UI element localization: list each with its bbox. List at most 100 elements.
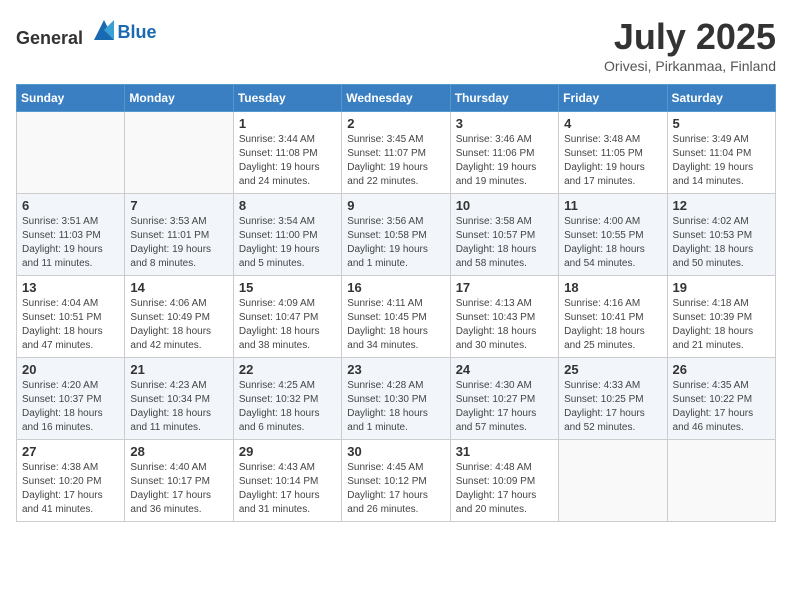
table-row: 23Sunrise: 4:28 AM Sunset: 10:30 PM Dayl… xyxy=(342,358,450,440)
calendar-week-3: 13 Sunrise: 4:04 AM Sunset: 10:51 PM Dayl… xyxy=(17,276,776,358)
table-row: 10 Sunrise: 3:58 AM Sunset: 10:57 PM Dayl… xyxy=(450,194,558,276)
table-row xyxy=(559,440,667,522)
table-row: 1 Sunrise: 3:44 AM Sunset: 11:08 PM Dayli… xyxy=(233,112,341,194)
table-row: 24 Sunrise: 4:30 AM Sunset: 10:27 PM Dayl… xyxy=(450,358,558,440)
day-info: Sunrise: 4:33 AM Sunset: 10:25 PM Daylig… xyxy=(564,379,661,435)
day-number: 31 xyxy=(456,444,553,459)
day-info: Sunrise: 4:18 AM Sunset: 10:39 PM Daylig… xyxy=(673,297,770,353)
day-number: 10 xyxy=(456,198,553,213)
day-number: 4 xyxy=(564,116,661,131)
day-info: Sunrise: 3:45 AM Sunset: 11:07 PM Daylig… xyxy=(347,133,444,189)
calendar-week-2: 6 Sunrise: 3:51 AM Sunset: 11:03 PM Dayli… xyxy=(17,194,776,276)
table-row: 11Sunrise: 4:00 AM Sunset: 10:55 PM Dayl… xyxy=(559,194,667,276)
calendar-week-4: 20 Sunrise: 4:20 AM Sunset: 10:37 PM Dayl… xyxy=(17,358,776,440)
day-number: 18 xyxy=(564,280,661,295)
day-info: Sunrise: 4:06 AM Sunset: 10:49 PM Daylig… xyxy=(130,297,227,353)
day-number: 2 xyxy=(347,116,444,131)
day-info: Sunrise: 3:56 AM Sunset: 10:58 PM Daylig… xyxy=(347,215,444,271)
day-number: 14 xyxy=(130,280,227,295)
day-info: Sunrise: 4:23 AM Sunset: 10:34 PM Daylig… xyxy=(130,379,227,435)
day-number: 1 xyxy=(239,116,336,131)
table-row: 12Sunrise: 4:02 AM Sunset: 10:53 PM Dayl… xyxy=(667,194,775,276)
table-row: 6 Sunrise: 3:51 AM Sunset: 11:03 PM Dayli… xyxy=(17,194,125,276)
day-info: Sunrise: 3:48 AM Sunset: 11:05 PM Daylig… xyxy=(564,133,661,189)
logo-general: General xyxy=(16,28,83,48)
table-row: 31 Sunrise: 4:48 AM Sunset: 10:09 PM Dayl… xyxy=(450,440,558,522)
day-info: Sunrise: 4:20 AM Sunset: 10:37 PM Daylig… xyxy=(22,379,119,435)
day-number: 15 xyxy=(239,280,336,295)
calendar-table: Sunday Monday Tuesday Wednesday Thursday… xyxy=(16,84,776,522)
table-row: 9 Sunrise: 3:56 AM Sunset: 10:58 PM Dayli… xyxy=(342,194,450,276)
day-number: 19 xyxy=(673,280,770,295)
day-info: Sunrise: 4:11 AM Sunset: 10:45 PM Daylig… xyxy=(347,297,444,353)
day-info: Sunrise: 3:58 AM Sunset: 10:57 PM Daylig… xyxy=(456,215,553,271)
table-row: 22 Sunrise: 4:25 AM Sunset: 10:32 PM Dayl… xyxy=(233,358,341,440)
table-row: 13 Sunrise: 4:04 AM Sunset: 10:51 PM Dayl… xyxy=(17,276,125,358)
logo: General Blue xyxy=(16,16,157,49)
col-wednesday: Wednesday xyxy=(342,85,450,112)
day-number: 6 xyxy=(22,198,119,213)
col-monday: Monday xyxy=(125,85,233,112)
day-number: 17 xyxy=(456,280,553,295)
day-info: Sunrise: 3:51 AM Sunset: 11:03 PM Daylig… xyxy=(22,215,119,271)
day-info: Sunrise: 4:09 AM Sunset: 10:47 PM Daylig… xyxy=(239,297,336,353)
day-info: Sunrise: 3:46 AM Sunset: 11:06 PM Daylig… xyxy=(456,133,553,189)
day-info: Sunrise: 4:04 AM Sunset: 10:51 PM Daylig… xyxy=(22,297,119,353)
table-row: 26Sunrise: 4:35 AM Sunset: 10:22 PM Dayl… xyxy=(667,358,775,440)
col-friday: Friday xyxy=(559,85,667,112)
day-number: 5 xyxy=(673,116,770,131)
title-area: July 2025 Orivesi, Pirkanmaa, Finland xyxy=(604,16,776,74)
day-number: 20 xyxy=(22,362,119,377)
table-row xyxy=(125,112,233,194)
day-number: 16 xyxy=(347,280,444,295)
day-info: Sunrise: 3:54 AM Sunset: 11:00 PM Daylig… xyxy=(239,215,336,271)
table-row: 30Sunrise: 4:45 AM Sunset: 10:12 PM Dayl… xyxy=(342,440,450,522)
table-row: 29 Sunrise: 4:43 AM Sunset: 10:14 PM Dayl… xyxy=(233,440,341,522)
day-number: 22 xyxy=(239,362,336,377)
day-info: Sunrise: 4:45 AM Sunset: 10:12 PM Daylig… xyxy=(347,461,444,517)
day-info: Sunrise: 3:44 AM Sunset: 11:08 PM Daylig… xyxy=(239,133,336,189)
day-info: Sunrise: 4:13 AM Sunset: 10:43 PM Daylig… xyxy=(456,297,553,353)
table-row: 27Sunrise: 4:38 AM Sunset: 10:20 PM Dayl… xyxy=(17,440,125,522)
day-number: 24 xyxy=(456,362,553,377)
day-number: 28 xyxy=(130,444,227,459)
table-row: 18 Sunrise: 4:16 AM Sunset: 10:41 PM Dayl… xyxy=(559,276,667,358)
day-number: 12 xyxy=(673,198,770,213)
day-number: 23 xyxy=(347,362,444,377)
day-number: 3 xyxy=(456,116,553,131)
table-row: 28Sunrise: 4:40 AM Sunset: 10:17 PM Dayl… xyxy=(125,440,233,522)
table-row: 3 Sunrise: 3:46 AM Sunset: 11:06 PM Dayli… xyxy=(450,112,558,194)
table-row: 17 Sunrise: 4:13 AM Sunset: 10:43 PM Dayl… xyxy=(450,276,558,358)
day-info: Sunrise: 4:16 AM Sunset: 10:41 PM Daylig… xyxy=(564,297,661,353)
day-info: Sunrise: 3:53 AM Sunset: 11:01 PM Daylig… xyxy=(130,215,227,271)
day-info: Sunrise: 4:43 AM Sunset: 10:14 PM Daylig… xyxy=(239,461,336,517)
table-row: 16 Sunrise: 4:11 AM Sunset: 10:45 PM Dayl… xyxy=(342,276,450,358)
day-info: Sunrise: 4:00 AM Sunset: 10:55 PM Daylig… xyxy=(564,215,661,271)
table-row xyxy=(667,440,775,522)
day-info: Sunrise: 4:25 AM Sunset: 10:32 PM Daylig… xyxy=(239,379,336,435)
table-row: 25 Sunrise: 4:33 AM Sunset: 10:25 PM Dayl… xyxy=(559,358,667,440)
day-number: 25 xyxy=(564,362,661,377)
day-info: Sunrise: 3:49 AM Sunset: 11:04 PM Daylig… xyxy=(673,133,770,189)
table-row: 20 Sunrise: 4:20 AM Sunset: 10:37 PM Dayl… xyxy=(17,358,125,440)
day-number: 9 xyxy=(347,198,444,213)
calendar-week-5: 27Sunrise: 4:38 AM Sunset: 10:20 PM Dayl… xyxy=(17,440,776,522)
table-row xyxy=(17,112,125,194)
col-saturday: Saturday xyxy=(667,85,775,112)
logo-blue: Blue xyxy=(118,22,157,42)
day-info: Sunrise: 4:30 AM Sunset: 10:27 PM Daylig… xyxy=(456,379,553,435)
page-header: General Blue July 2025 Orivesi, Pirkanma… xyxy=(16,16,776,74)
day-number: 13 xyxy=(22,280,119,295)
day-number: 29 xyxy=(239,444,336,459)
day-number: 26 xyxy=(673,362,770,377)
day-number: 21 xyxy=(130,362,227,377)
day-number: 27 xyxy=(22,444,119,459)
day-info: Sunrise: 4:48 AM Sunset: 10:09 PM Daylig… xyxy=(456,461,553,517)
col-thursday: Thursday xyxy=(450,85,558,112)
logo-icon xyxy=(90,16,118,44)
calendar-header-row: Sunday Monday Tuesday Wednesday Thursday… xyxy=(17,85,776,112)
col-tuesday: Tuesday xyxy=(233,85,341,112)
table-row: 21 Sunrise: 4:23 AM Sunset: 10:34 PM Dayl… xyxy=(125,358,233,440)
table-row: 8Sunrise: 3:54 AM Sunset: 11:00 PM Dayli… xyxy=(233,194,341,276)
table-row: 14 Sunrise: 4:06 AM Sunset: 10:49 PM Dayl… xyxy=(125,276,233,358)
